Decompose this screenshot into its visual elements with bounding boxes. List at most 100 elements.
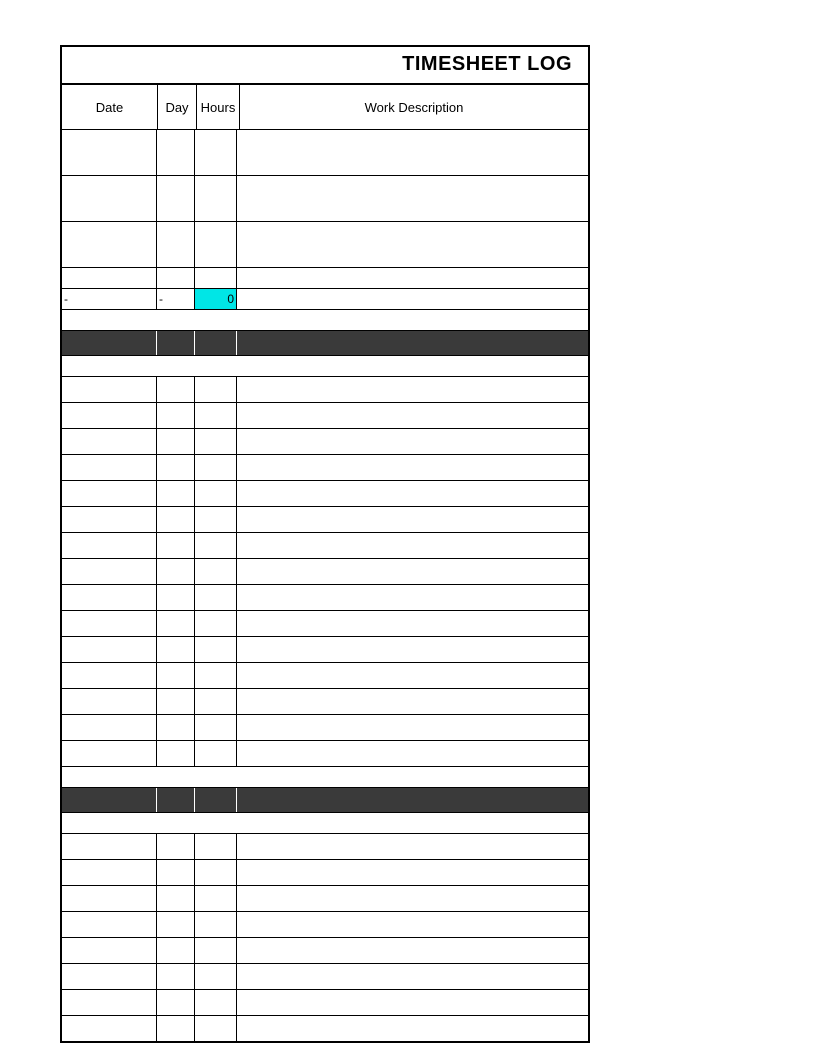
cell-day[interactable] bbox=[157, 559, 195, 584]
table-row[interactable] bbox=[62, 611, 588, 637]
cell-date[interactable] bbox=[62, 938, 157, 963]
cell-day[interactable] bbox=[157, 533, 195, 558]
cell-desc[interactable] bbox=[237, 990, 588, 1015]
table-row[interactable] bbox=[62, 130, 588, 176]
cell-hours[interactable] bbox=[195, 834, 237, 859]
cell-hours[interactable] bbox=[195, 990, 237, 1015]
cell-date[interactable] bbox=[62, 176, 157, 221]
table-row[interactable] bbox=[62, 1016, 588, 1041]
cell-day[interactable] bbox=[157, 741, 195, 766]
cell-date[interactable] bbox=[62, 637, 157, 662]
cell-date[interactable] bbox=[62, 559, 157, 584]
table-row[interactable] bbox=[62, 637, 588, 663]
table-row[interactable] bbox=[62, 715, 588, 741]
cell-day[interactable] bbox=[157, 481, 195, 506]
cell-day[interactable] bbox=[157, 886, 195, 911]
cell-desc[interactable] bbox=[237, 130, 588, 175]
cell-hours[interactable] bbox=[195, 1016, 237, 1041]
table-row[interactable] bbox=[62, 222, 588, 268]
cell-date[interactable] bbox=[62, 268, 157, 288]
cell-day[interactable] bbox=[157, 663, 195, 688]
cell-date[interactable] bbox=[62, 585, 157, 610]
cell-desc[interactable] bbox=[237, 429, 588, 454]
table-row[interactable] bbox=[62, 585, 588, 611]
cell-hours[interactable] bbox=[195, 507, 237, 532]
cell-hours[interactable] bbox=[195, 455, 237, 480]
cell-day[interactable] bbox=[157, 585, 195, 610]
cell-desc[interactable] bbox=[237, 533, 588, 558]
cell-hours[interactable] bbox=[195, 481, 237, 506]
cell-hours[interactable] bbox=[195, 886, 237, 911]
cell-day[interactable] bbox=[157, 964, 195, 989]
cell-day[interactable] bbox=[157, 403, 195, 428]
cell-hours[interactable] bbox=[195, 663, 237, 688]
cell-desc[interactable] bbox=[237, 1016, 588, 1041]
cell-desc[interactable] bbox=[237, 689, 588, 714]
table-row[interactable] bbox=[62, 481, 588, 507]
cell-hours[interactable] bbox=[195, 611, 237, 636]
cell-day[interactable] bbox=[157, 1016, 195, 1041]
cell-date[interactable] bbox=[62, 455, 157, 480]
cell-hours[interactable] bbox=[195, 860, 237, 885]
cell-date[interactable] bbox=[62, 990, 157, 1015]
cell-date[interactable] bbox=[62, 611, 157, 636]
cell-day[interactable] bbox=[157, 176, 195, 221]
cell-hours[interactable] bbox=[195, 585, 237, 610]
cell-desc[interactable] bbox=[237, 964, 588, 989]
cell-desc[interactable] bbox=[237, 176, 588, 221]
cell-desc[interactable] bbox=[237, 611, 588, 636]
cell-hours[interactable] bbox=[195, 130, 237, 175]
cell-desc[interactable] bbox=[237, 860, 588, 885]
cell-date[interactable] bbox=[62, 663, 157, 688]
cell-hours[interactable] bbox=[195, 377, 237, 402]
cell-desc[interactable] bbox=[237, 741, 588, 766]
cell-desc[interactable] bbox=[237, 938, 588, 963]
table-row[interactable] bbox=[62, 912, 588, 938]
cell-date[interactable] bbox=[62, 860, 157, 885]
cell-day[interactable] bbox=[157, 377, 195, 402]
cell-hours[interactable] bbox=[195, 715, 237, 740]
cell-date[interactable] bbox=[62, 533, 157, 558]
table-row[interactable] bbox=[62, 741, 588, 767]
cell-date[interactable] bbox=[62, 481, 157, 506]
cell-date[interactable] bbox=[62, 377, 157, 402]
cell-date[interactable] bbox=[62, 741, 157, 766]
cell-desc[interactable] bbox=[237, 507, 588, 532]
table-row[interactable] bbox=[62, 964, 588, 990]
table-row[interactable] bbox=[62, 429, 588, 455]
cell-desc[interactable] bbox=[237, 559, 588, 584]
table-row[interactable] bbox=[62, 507, 588, 533]
cell-desc[interactable] bbox=[237, 403, 588, 428]
table-row[interactable] bbox=[62, 886, 588, 912]
table-row[interactable] bbox=[62, 559, 588, 585]
cell-hours[interactable] bbox=[195, 429, 237, 454]
cell-day[interactable] bbox=[157, 715, 195, 740]
cell-hours[interactable] bbox=[195, 222, 237, 267]
cell-hours[interactable] bbox=[195, 637, 237, 662]
cell-desc[interactable] bbox=[237, 886, 588, 911]
cell-hours[interactable] bbox=[195, 964, 237, 989]
cell-desc[interactable] bbox=[237, 637, 588, 662]
table-row[interactable] bbox=[62, 663, 588, 689]
table-row[interactable] bbox=[62, 176, 588, 222]
cell-desc[interactable] bbox=[237, 912, 588, 937]
cell-date[interactable] bbox=[62, 429, 157, 454]
table-row[interactable] bbox=[62, 377, 588, 403]
table-row[interactable] bbox=[62, 455, 588, 481]
cell-date[interactable] bbox=[62, 912, 157, 937]
cell-desc[interactable] bbox=[237, 455, 588, 480]
cell-day[interactable] bbox=[157, 222, 195, 267]
cell-day[interactable] bbox=[157, 611, 195, 636]
table-row[interactable] bbox=[62, 938, 588, 964]
cell-desc[interactable] bbox=[237, 268, 588, 288]
table-row[interactable] bbox=[62, 990, 588, 1016]
cell-date[interactable] bbox=[62, 715, 157, 740]
cell-hours[interactable] bbox=[195, 741, 237, 766]
cell-hours[interactable] bbox=[195, 938, 237, 963]
cell-date[interactable] bbox=[62, 834, 157, 859]
table-row[interactable] bbox=[62, 689, 588, 715]
table-row[interactable] bbox=[62, 268, 588, 289]
cell-date[interactable] bbox=[62, 130, 157, 175]
cell-day[interactable] bbox=[157, 429, 195, 454]
table-row[interactable] bbox=[62, 533, 588, 559]
